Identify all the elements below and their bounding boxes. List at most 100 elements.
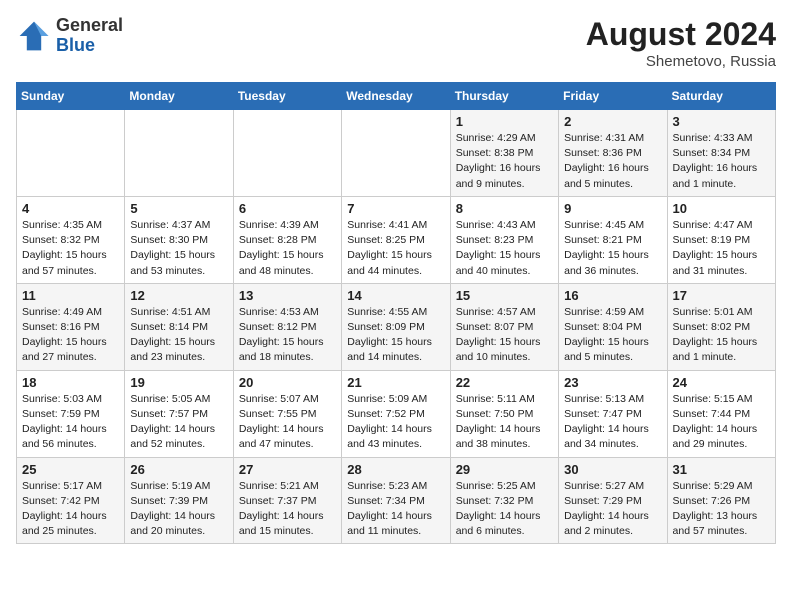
day-number: 29 [456, 462, 553, 477]
day-cell: 31 Sunrise: 5:29 AMSunset: 7:26 PMDayligh… [667, 457, 775, 544]
day-cell [342, 110, 450, 197]
day-cell [17, 110, 125, 197]
day-number: 22 [456, 375, 553, 390]
weekday-header-row: SundayMondayTuesdayWednesdayThursdayFrid… [17, 83, 776, 110]
week-row-3: 11Sunrise: 4:49 AMSunset: 8:16 PMDayligh… [17, 283, 776, 370]
day-cell: 8 Sunrise: 4:43 AMSunset: 8:23 PMDaylight… [450, 196, 558, 283]
weekday-header-tuesday: Tuesday [233, 83, 341, 110]
weekday-header-wednesday: Wednesday [342, 83, 450, 110]
day-info: Sunrise: 5:09 AMSunset: 7:52 PMDaylight:… [347, 392, 444, 453]
day-number: 6 [239, 201, 336, 216]
day-number: 30 [564, 462, 661, 477]
day-info: Sunrise: 4:39 AMSunset: 8:28 PMDaylight:… [239, 218, 336, 279]
day-cell: 5 Sunrise: 4:37 AMSunset: 8:30 PMDaylight… [125, 196, 233, 283]
day-info: Sunrise: 4:37 AMSunset: 8:30 PMDaylight:… [130, 218, 227, 279]
day-number: 2 [564, 114, 661, 129]
day-info: Sunrise: 5:27 AMSunset: 7:29 PMDaylight:… [564, 479, 661, 540]
day-number: 3 [673, 114, 770, 129]
day-cell [125, 110, 233, 197]
day-number: 7 [347, 201, 444, 216]
weekday-header-saturday: Saturday [667, 83, 775, 110]
week-row-5: 25 Sunrise: 5:17 AMSunset: 7:42 PMDayligh… [17, 457, 776, 544]
day-info: Sunrise: 4:45 AMSunset: 8:21 PMDaylight:… [564, 218, 661, 279]
day-info: Sunrise: 4:41 AMSunset: 8:25 PMDaylight:… [347, 218, 444, 279]
day-info: Sunrise: 5:23 AMSunset: 7:34 PMDaylight:… [347, 479, 444, 540]
day-info: Sunrise: 4:29 AMSunset: 8:38 PMDaylight:… [456, 131, 553, 192]
day-cell: 13 Sunrise: 4:53 AMSunset: 8:12 PMDayligh… [233, 283, 341, 370]
weekday-header-thursday: Thursday [450, 83, 558, 110]
month-year: August 2024 [586, 16, 776, 53]
day-number: 5 [130, 201, 227, 216]
day-cell: 10 Sunrise: 4:47 AMSunset: 8:19 PMDayligh… [667, 196, 775, 283]
day-cell: 19 Sunrise: 5:05 AMSunset: 7:57 PMDayligh… [125, 370, 233, 457]
day-info: Sunrise: 4:47 AMSunset: 8:19 PMDaylight:… [673, 218, 770, 279]
day-number: 8 [456, 201, 553, 216]
day-cell: 1 Sunrise: 4:29 AMSunset: 8:38 PMDaylight… [450, 110, 558, 197]
logo: General Blue [16, 16, 123, 56]
day-cell: 14 Sunrise: 4:55 AMSunset: 8:09 PMDayligh… [342, 283, 450, 370]
day-cell: 30 Sunrise: 5:27 AMSunset: 7:29 PMDayligh… [559, 457, 667, 544]
day-cell: 4 Sunrise: 4:35 AMSunset: 8:32 PMDaylight… [17, 196, 125, 283]
day-number: 10 [673, 201, 770, 216]
day-info: Sunrise: 5:05 AMSunset: 7:57 PMDaylight:… [130, 392, 227, 453]
day-info: Sunrise: 4:53 AMSunset: 8:12 PMDaylight:… [239, 305, 336, 366]
day-number: 20 [239, 375, 336, 390]
day-info: Sunrise: 5:17 AMSunset: 7:42 PMDaylight:… [22, 479, 119, 540]
day-number: 17 [673, 288, 770, 303]
day-cell: 2Sunrise: 4:31 AMSunset: 8:36 PMDaylight… [559, 110, 667, 197]
week-row-2: 4 Sunrise: 4:35 AMSunset: 8:32 PMDaylight… [17, 196, 776, 283]
day-cell: 25 Sunrise: 5:17 AMSunset: 7:42 PMDayligh… [17, 457, 125, 544]
day-cell: 17 Sunrise: 5:01 AMSunset: 8:02 PMDayligh… [667, 283, 775, 370]
day-cell: 24Sunrise: 5:15 AMSunset: 7:44 PMDayligh… [667, 370, 775, 457]
day-info: Sunrise: 4:43 AMSunset: 8:23 PMDaylight:… [456, 218, 553, 279]
day-number: 23 [564, 375, 661, 390]
day-info: Sunrise: 5:01 AMSunset: 8:02 PMDaylight:… [673, 305, 770, 366]
day-info: Sunrise: 4:35 AMSunset: 8:32 PMDaylight:… [22, 218, 119, 279]
week-row-1: 1 Sunrise: 4:29 AMSunset: 8:38 PMDaylight… [17, 110, 776, 197]
day-info: Sunrise: 5:21 AMSunset: 7:37 PMDaylight:… [239, 479, 336, 540]
day-number: 4 [22, 201, 119, 216]
day-info: Sunrise: 5:03 AMSunset: 7:59 PMDaylight:… [22, 392, 119, 453]
day-number: 25 [22, 462, 119, 477]
calendar-body: 1 Sunrise: 4:29 AMSunset: 8:38 PMDaylight… [17, 110, 776, 544]
day-cell: 21 Sunrise: 5:09 AMSunset: 7:52 PMDayligh… [342, 370, 450, 457]
weekday-header-friday: Friday [559, 83, 667, 110]
day-cell: 16Sunrise: 4:59 AMSunset: 8:04 PMDayligh… [559, 283, 667, 370]
day-cell: 7 Sunrise: 4:41 AMSunset: 8:25 PMDaylight… [342, 196, 450, 283]
day-number: 28 [347, 462, 444, 477]
day-info: Sunrise: 4:55 AMSunset: 8:09 PMDaylight:… [347, 305, 444, 366]
day-cell: 15Sunrise: 4:57 AMSunset: 8:07 PMDayligh… [450, 283, 558, 370]
day-number: 24 [673, 375, 770, 390]
day-number: 19 [130, 375, 227, 390]
day-info: Sunrise: 5:11 AMSunset: 7:50 PMDaylight:… [456, 392, 553, 453]
day-cell: 28 Sunrise: 5:23 AMSunset: 7:34 PMDayligh… [342, 457, 450, 544]
day-info: Sunrise: 4:59 AMSunset: 8:04 PMDaylight:… [564, 305, 661, 366]
day-number: 13 [239, 288, 336, 303]
day-cell [233, 110, 341, 197]
day-info: Sunrise: 4:57 AMSunset: 8:07 PMDaylight:… [456, 305, 553, 366]
day-info: Sunrise: 4:33 AMSunset: 8:34 PMDaylight:… [673, 131, 770, 192]
logo-icon [16, 18, 52, 54]
day-number: 31 [673, 462, 770, 477]
day-cell: 23 Sunrise: 5:13 AMSunset: 7:47 PMDayligh… [559, 370, 667, 457]
day-number: 21 [347, 375, 444, 390]
title-block: August 2024 Shemetovo, Russia [586, 16, 776, 70]
logo-text: General Blue [56, 16, 123, 56]
day-number: 14 [347, 288, 444, 303]
day-info: Sunrise: 4:49 AMSunset: 8:16 PMDaylight:… [22, 305, 119, 366]
day-cell: 3 Sunrise: 4:33 AMSunset: 8:34 PMDaylight… [667, 110, 775, 197]
day-info: Sunrise: 5:13 AMSunset: 7:47 PMDaylight:… [564, 392, 661, 453]
day-info: Sunrise: 5:29 AMSunset: 7:26 PMDaylight:… [673, 479, 770, 540]
weekday-header-sunday: Sunday [17, 83, 125, 110]
day-info: Sunrise: 4:51 AMSunset: 8:14 PMDaylight:… [130, 305, 227, 366]
logo-general: General [56, 15, 123, 35]
logo-blue: Blue [56, 35, 95, 55]
day-cell: 29 Sunrise: 5:25 AMSunset: 7:32 PMDayligh… [450, 457, 558, 544]
day-cell: 6 Sunrise: 4:39 AMSunset: 8:28 PMDaylight… [233, 196, 341, 283]
day-cell: 20 Sunrise: 5:07 AMSunset: 7:55 PMDayligh… [233, 370, 341, 457]
day-number: 18 [22, 375, 119, 390]
day-info: Sunrise: 5:25 AMSunset: 7:32 PMDaylight:… [456, 479, 553, 540]
day-info: Sunrise: 5:07 AMSunset: 7:55 PMDaylight:… [239, 392, 336, 453]
day-number: 1 [456, 114, 553, 129]
day-cell: 18 Sunrise: 5:03 AMSunset: 7:59 PMDayligh… [17, 370, 125, 457]
